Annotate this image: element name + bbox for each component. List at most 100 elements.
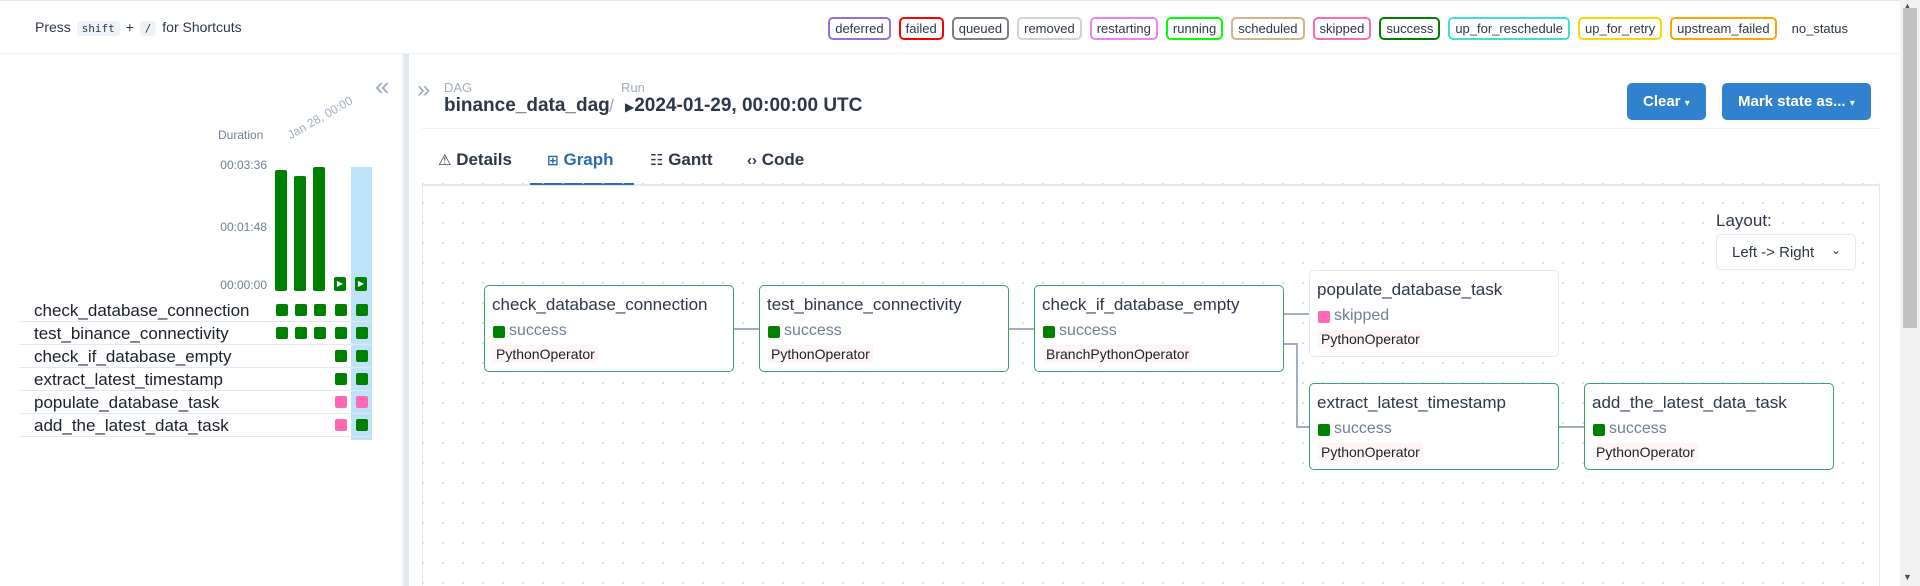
legend-removed[interactable]: removed (1017, 17, 1082, 40)
state-indicator (493, 326, 505, 338)
grid-task-row[interactable]: check_database_connection (19, 299, 371, 322)
legend-up-for-retry[interactable]: up_for_retry (1578, 17, 1663, 40)
legend-skipped[interactable]: skipped (1312, 17, 1372, 40)
task-node-populate-database-task[interactable]: populate_database_task skipped PythonOpe… (1309, 270, 1559, 357)
legend-deferred[interactable]: deferred (828, 17, 891, 40)
play-icon: ▶ (625, 100, 635, 114)
task-instance-cell[interactable] (335, 327, 347, 339)
run-duration-bar[interactable] (275, 170, 287, 291)
task-instance-cell[interactable] (276, 327, 288, 339)
graph-icon: ⊞ (547, 152, 559, 168)
chevron-down-icon: ▾ (1684, 98, 1690, 109)
task-instance-cell[interactable] (276, 304, 288, 316)
grid-task-row[interactable]: check_if_database_empty (19, 345, 371, 368)
grid-task-row[interactable]: populate_database_task (19, 391, 371, 414)
state-indicator (1318, 311, 1330, 323)
scroll-down-icon[interactable]: ▼ (1903, 572, 1912, 582)
run-duration-bar[interactable]: ▶ (334, 277, 346, 291)
run-duration-bar[interactable]: ▶ (355, 277, 367, 291)
run-duration-bar[interactable] (313, 167, 325, 291)
task-instance-cell[interactable] (295, 327, 307, 339)
tab-bar: ⚠ Details ⊞ Graph ☷ Gantt ‹› Code (422, 144, 1880, 186)
run-date-label: Jan 28, 00:00 (285, 93, 355, 142)
task-instance-cell[interactable] (314, 304, 326, 316)
chevron-down-icon: ⌄ (1830, 243, 1841, 257)
task-instance-cell[interactable] (356, 373, 368, 385)
legend-queued[interactable]: queued (951, 17, 1010, 40)
task-node-extract-latest-timestamp[interactable]: extract_latest_timestamp success PythonO… (1309, 383, 1559, 470)
shift-key: shift (76, 21, 120, 36)
task-node-check-database-connection[interactable]: check_database_connection success Python… (484, 285, 734, 372)
code-icon: ‹› (747, 152, 757, 169)
legend-success[interactable]: success (1379, 17, 1441, 40)
task-node-check-if-database-empty[interactable]: check_if_database_empty success BranchPy… (1034, 285, 1284, 372)
legend-running[interactable]: running (1165, 17, 1224, 40)
task-instance-cell[interactable] (356, 419, 368, 431)
duration-tick: 00:01:48 (220, 220, 267, 234)
scroll-thumb[interactable] (1903, 8, 1917, 328)
task-name: add_the_latest_data_task (34, 416, 229, 435)
task-instance-cell[interactable] (335, 419, 347, 431)
top-bar: Press shift + / for Shortcuts deferred f… (0, 0, 1900, 54)
task-instance-cell[interactable] (335, 350, 347, 362)
state-indicator (1318, 424, 1330, 436)
task-instance-cell[interactable] (356, 396, 368, 408)
task-instance-cell[interactable] (335, 396, 347, 408)
tab-details[interactable]: ⚠ Details (438, 150, 512, 170)
slash-key: / (139, 21, 157, 36)
grid-task-row[interactable]: add_the_latest_data_task (19, 414, 371, 437)
task-name: check_database_connection (34, 301, 250, 320)
task-instance-cell[interactable] (356, 304, 368, 316)
legend-failed[interactable]: failed (898, 17, 944, 40)
task-node-test-binance-connectivity[interactable]: test_binance_connectivity success Python… (759, 285, 1009, 372)
layout-label: Layout: (1716, 211, 1772, 230)
duration-tick: 00:00:00 (220, 278, 267, 292)
task-name: check_if_database_empty (34, 347, 232, 366)
legend-restarting[interactable]: restarting (1089, 17, 1158, 40)
tab-graph[interactable]: ⊞ Graph (547, 150, 614, 170)
task-node-add-the-latest-data-task[interactable]: add_the_latest_data_task success PythonO… (1584, 383, 1834, 470)
breadcrumb-separator: / (609, 96, 615, 116)
shortcuts-hint: Press shift + / for Shortcuts (35, 19, 242, 36)
state-indicator (1043, 326, 1055, 338)
dag-name-link[interactable]: binance_data_dag (444, 95, 610, 117)
gantt-icon: ☷ (650, 152, 664, 169)
graph-edge (1296, 343, 1298, 428)
graph-edge (734, 328, 760, 330)
legend-up-for-reschedule[interactable]: up_for_reschedule (1448, 17, 1571, 40)
clear-button[interactable]: Clear ▾ (1627, 83, 1706, 120)
duration-label: Duration (218, 128, 264, 142)
task-instance-cell[interactable] (295, 304, 307, 316)
task-instance-cell[interactable] (335, 304, 347, 316)
duration-tick: 00:03:36 (220, 158, 267, 172)
mark-state-button[interactable]: Mark state as... ▾ (1722, 83, 1871, 120)
tab-code[interactable]: ‹› Code (747, 150, 804, 170)
grid-task-row[interactable]: extract_latest_timestamp (19, 368, 371, 391)
header-divider (422, 128, 1880, 129)
legend-no-status[interactable]: no_status (1785, 17, 1855, 40)
tab-gantt[interactable]: ☷ Gantt (650, 150, 713, 170)
state-indicator (768, 326, 780, 338)
task-name: test_binance_connectivity (34, 324, 229, 343)
run-duration-bar[interactable] (294, 176, 306, 291)
task-name: populate_database_task (34, 393, 220, 412)
graph-edge (1284, 313, 1310, 315)
task-instance-cell[interactable] (356, 327, 368, 339)
panel-resize-handle[interactable] (402, 54, 409, 586)
state-indicator (1593, 424, 1605, 436)
expand-details-icon[interactable]: » (417, 78, 430, 102)
chevron-down-icon: ▾ (1849, 98, 1855, 109)
grid-task-row[interactable]: test_binance_connectivity (19, 322, 371, 345)
graph-edge (1296, 426, 1310, 428)
task-instance-cell[interactable] (314, 327, 326, 339)
run-breadcrumb-label: Run (621, 80, 645, 95)
legend-upstream-failed[interactable]: upstream_failed (1670, 17, 1777, 40)
task-instance-cell[interactable] (335, 373, 347, 385)
collapse-grid-icon[interactable]: « (375, 73, 389, 99)
layout-select[interactable]: Left -> Right ⌄ (1716, 234, 1856, 270)
run-breadcrumb[interactable]: ▶2024-01-29, 00:00:00 UTC (625, 95, 862, 117)
legend-scheduled[interactable]: scheduled (1231, 17, 1305, 40)
task-name: extract_latest_timestamp (34, 370, 223, 389)
task-instance-cell[interactable] (356, 350, 368, 362)
state-legend: deferred failed queued removed restartin… (828, 17, 1855, 40)
